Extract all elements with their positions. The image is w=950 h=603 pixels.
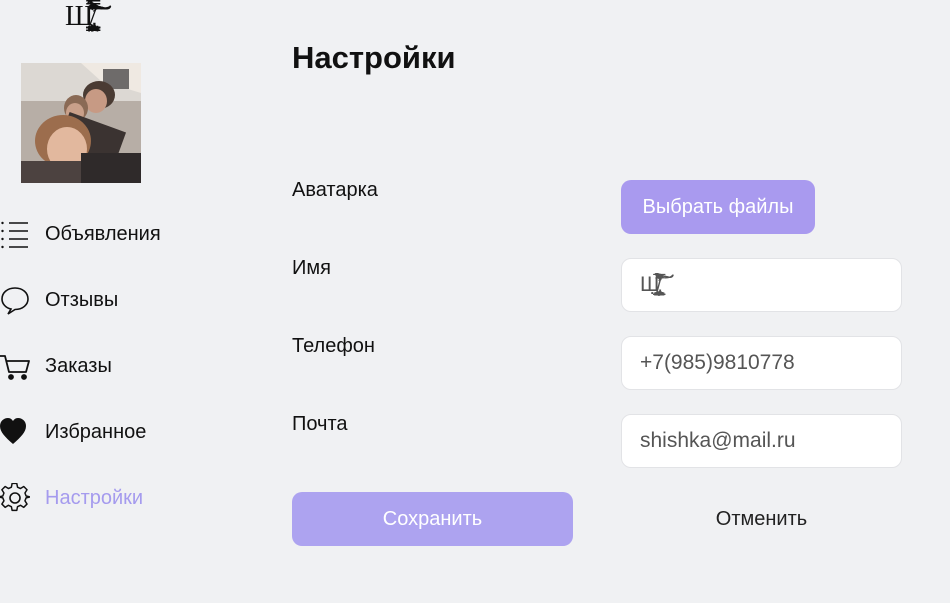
avatar-label: Аватарка bbox=[292, 179, 378, 201]
sidebar-item-label: Настройки bbox=[45, 486, 144, 509]
sidebar-item-orders[interactable]: Заказы bbox=[0, 342, 240, 390]
sidebar-item-settings[interactable]: Настройки bbox=[0, 474, 240, 522]
list-icon bbox=[0, 218, 32, 250]
cancel-button[interactable]: Отменить bbox=[621, 492, 902, 546]
avatar-photo bbox=[21, 63, 141, 183]
sidebar-item-listings[interactable]: Объявления bbox=[0, 210, 240, 258]
user-name: Ш̸̢̨̛͇̤̲̣̮͍̦̖̻̱̯̺̥̗̲͖̥͓̦͓̝̪̫̹̳̣̮̻̞̙̗̫̿̏́… bbox=[65, 1, 94, 32]
sidebar-item-reviews[interactable]: Отзывы bbox=[0, 276, 240, 324]
sidebar: Ш̸̢̨̛͇̤̲̣̮͍̦̖̻̱̯̺̥̗̲͖̥͓̦͓̝̪̫̹̳̣̮̻̞̙̗̫̿̏́… bbox=[0, 0, 260, 603]
page-title: Настройки bbox=[292, 40, 456, 75]
sidebar-item-label: Избранное bbox=[45, 420, 147, 443]
avatar bbox=[21, 63, 141, 183]
sidebar-item-label: Отзывы bbox=[45, 288, 119, 311]
email-input[interactable] bbox=[621, 414, 902, 468]
name-input[interactable] bbox=[621, 258, 902, 312]
email-label: Почта bbox=[292, 413, 348, 435]
speech-bubble-icon bbox=[0, 284, 32, 316]
sidebar-item-label: Заказы bbox=[45, 354, 112, 377]
phone-label: Телефон bbox=[292, 335, 375, 357]
cart-icon bbox=[0, 350, 32, 382]
gear-icon bbox=[0, 482, 32, 514]
sidebar-item-label: Объявления bbox=[45, 222, 161, 245]
heart-icon bbox=[0, 416, 32, 448]
choose-files-button[interactable]: Выбрать файлы bbox=[621, 180, 815, 234]
phone-input[interactable] bbox=[621, 336, 902, 390]
sidebar-item-favorites[interactable]: Избранное bbox=[0, 408, 240, 456]
save-button[interactable]: Сохранить bbox=[292, 492, 573, 546]
name-label: Имя bbox=[292, 257, 331, 279]
